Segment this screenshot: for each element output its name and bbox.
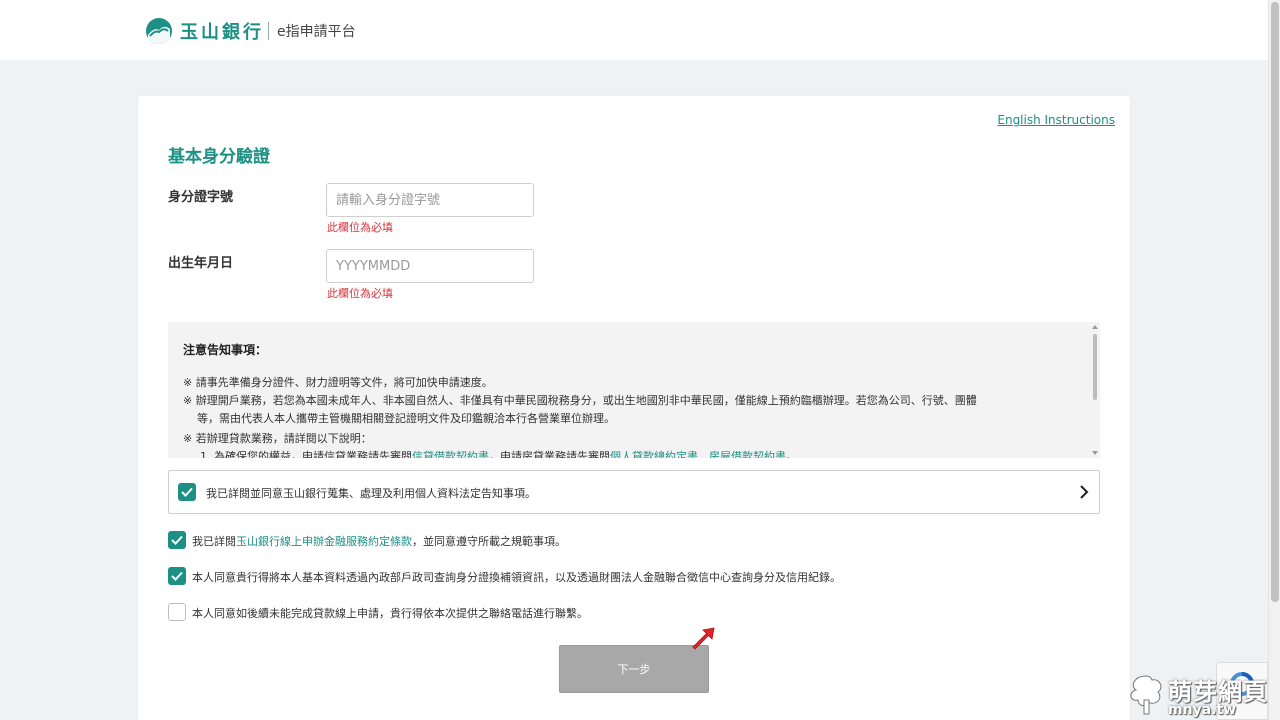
section-title: 基本身分驗證 (168, 147, 270, 167)
check-icon (171, 571, 183, 581)
scroll-down-icon[interactable] (1092, 451, 1098, 455)
birth-date-input[interactable] (326, 249, 534, 283)
mortgage-contract-link[interactable]: 個人貸款總約定書、房屋借款契約書 (610, 450, 786, 458)
english-instructions-link[interactable]: English Instructions (997, 113, 1115, 127)
service-terms-link[interactable]: 玉山銀行線上申辦金融服務約定條款 (236, 535, 412, 548)
top-header: 玉山銀行 e指申請平台 (0, 0, 1268, 60)
id-number-label: 身分證字號 (168, 190, 234, 205)
check-icon (171, 535, 183, 545)
notice-sub-mid: ，申請房貸業務請先審閱 (489, 450, 610, 458)
privacy-notice-accordion[interactable]: 我已詳閱並同意玉山銀行蒐集、處理及利用個人資料法定告知事項。 (168, 470, 1100, 514)
notice-item: ※ 請事先準備身分證件、財力證明等文件，將可加快申請速度。 (183, 376, 493, 389)
credit-loan-contract-link[interactable]: 信貸借款契約書 (412, 450, 489, 458)
page-scrollbar-thumb[interactable] (1271, 2, 1279, 602)
contact-consent-label: 本人同意如後續未能完成貸款線上申請，貴行得依本次提供之聯絡電話進行聯繫。 (192, 607, 588, 620)
esun-logo-icon (146, 18, 172, 44)
notice-scrollbar[interactable] (1090, 322, 1100, 458)
check-icon (181, 487, 193, 497)
privacy-consent-checkbox[interactable] (178, 483, 196, 501)
terms-consent-checkbox[interactable] (168, 531, 186, 549)
next-step-button[interactable]: 下一步 (559, 645, 709, 693)
watermark: 萌芽網頁 mnya.tw (1122, 668, 1278, 720)
contact-consent-checkbox[interactable] (168, 603, 186, 621)
tree-logo-icon (1130, 675, 1162, 715)
notice-sub-prefix: 1. 為確保您的權益，申請信貸業務請先審閱 (200, 450, 412, 458)
notice-item: ※ 辦理開戶業務，若您為本國未成年人、非本國自然人、非僅具有中華民國稅務身分，或… (183, 394, 977, 407)
chevron-right-icon (1080, 485, 1089, 499)
birth-date-label: 出生年月日 (168, 256, 234, 271)
logo-divider (268, 22, 269, 40)
esun-logo[interactable]: 玉山銀行 e指申請平台 (146, 18, 356, 44)
platform-name: e指申請平台 (277, 24, 356, 40)
notice-panel[interactable]: 注意告知事項： ※ 請事先準備身分證件、財力證明等文件，將可加快申請速度。 ※ … (168, 322, 1100, 458)
notice-scrollbar-thumb[interactable] (1093, 334, 1097, 400)
credit-query-consent-label: 本人同意貴行得將本人基本資料透過內政部戶政司查詢身分證換補領資訊，以及透過財團法… (192, 571, 841, 584)
scroll-up-icon[interactable] (1092, 325, 1098, 329)
watermark-subtitle: mnya.tw (1168, 702, 1237, 718)
terms-consent-suffix: ，並同意遵守所載之規範事項。 (412, 535, 566, 548)
notice-item-continued: 等，需由代表人本人攜帶主管機關相關登記證明文件及印鑑親洽本行各營業單位辦理。 (197, 412, 615, 425)
notice-sub-suffix: 。 (786, 450, 797, 458)
page-scrollbar[interactable] (1268, 0, 1280, 720)
form-card: English Instructions 基本身分驗證 身分證字號 此欄位為必填… (138, 96, 1130, 720)
notice-sub-item: 1. 為確保您的權益，申請信貸業務請先審閱信貸借款契約書，申請房貸業務請先審閱個… (200, 448, 797, 458)
notice-item: ※ 若辦理貸款業務，請詳閱以下說明： (183, 432, 372, 445)
brand-name: 玉山銀行 (180, 22, 264, 43)
birth-date-error: 此欄位為必填 (327, 287, 393, 300)
terms-consent-label: 我已詳閱玉山銀行線上申辦金融服務約定條款，並同意遵守所載之規範事項。 (192, 533, 566, 549)
terms-consent-prefix: 我已詳閱 (192, 535, 236, 548)
notice-title: 注意告知事項： (183, 343, 268, 357)
privacy-consent-label: 我已詳閱並同意玉山銀行蒐集、處理及利用個人資料法定告知事項。 (206, 487, 536, 500)
id-number-input[interactable] (326, 183, 534, 217)
id-number-error: 此欄位為必填 (327, 221, 393, 234)
credit-query-consent-checkbox[interactable] (168, 567, 186, 585)
red-arrow-icon (692, 627, 715, 650)
